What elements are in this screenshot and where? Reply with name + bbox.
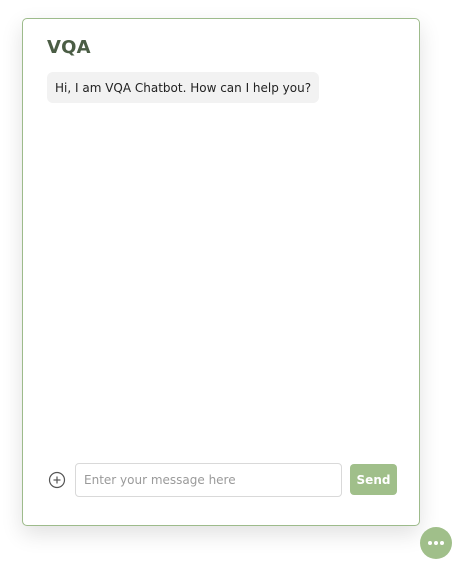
plus-circle-icon: [48, 471, 66, 489]
bot-message-bubble: Hi, I am VQA Chatbot. How can I help you…: [47, 72, 320, 103]
page: VQA Hi, I am VQA Chatbot. How can I help…: [0, 0, 453, 562]
chat-title: VQA: [47, 37, 91, 58]
chat-panel: VQA Hi, I am VQA Chatbot. How can I help…: [22, 18, 420, 526]
send-button[interactable]: Send: [350, 464, 397, 495]
message-input[interactable]: [75, 463, 342, 497]
bot-message-text: Hi, I am VQA Chatbot. How can I help you…: [55, 80, 312, 95]
attach-button[interactable]: [48, 471, 66, 489]
chat-launcher-button[interactable]: [420, 527, 452, 559]
message-composer: Send: [47, 463, 397, 497]
chat-ellipsis-icon: [428, 541, 444, 545]
